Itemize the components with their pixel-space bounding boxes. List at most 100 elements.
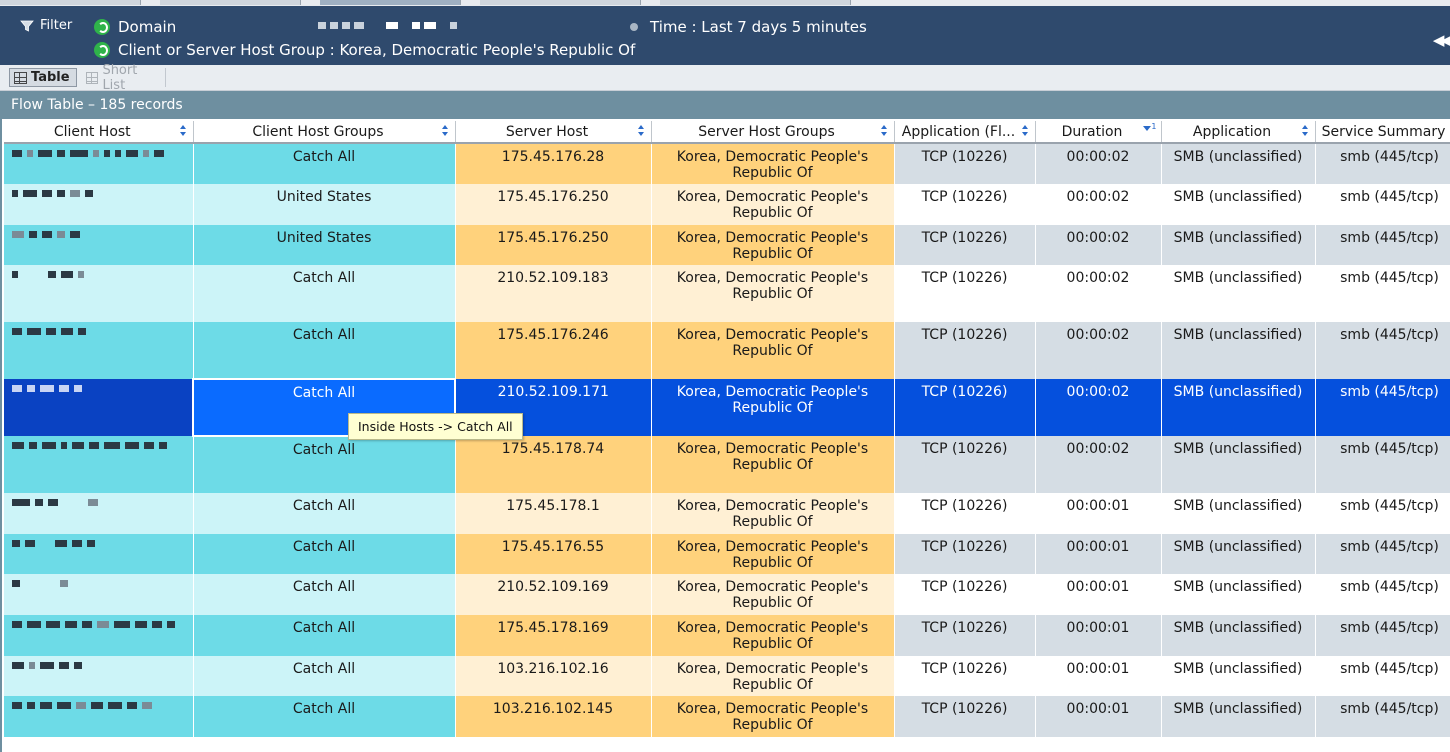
cell-server-host-groups[interactable]: Korea, Democratic People's Republic Of (651, 696, 895, 737)
cell-application[interactable]: SMB (unclassified) (1161, 143, 1316, 184)
cell-service-summary[interactable]: smb (445/tcp) (1315, 265, 1450, 322)
cell-duration[interactable]: 00:00:01 (1035, 615, 1162, 656)
table-row[interactable]: Catch All 175.45.178.1 Korea, Democratic P… (4, 493, 1450, 534)
cell-server-host-groups[interactable]: Korea, Democratic People's Republic Of (651, 379, 895, 436)
cell-application[interactable]: SMB (unclassified) (1161, 493, 1316, 534)
cell-application[interactable]: SMB (unclassified) (1161, 379, 1316, 436)
cell-service-summary[interactable]: smb (445/tcp) (1315, 696, 1450, 737)
window-tab[interactable] (0, 0, 141, 5)
column-header-client-host[interactable]: Client Host (4, 121, 194, 144)
cell-application[interactable]: SMB (unclassified) (1161, 225, 1316, 265)
column-header-server-host[interactable]: Server Host (455, 121, 652, 144)
cell-client-host-redacted[interactable] (4, 379, 194, 436)
cell-server-host-groups[interactable]: Korea, Democratic People's Republic Of (651, 436, 895, 493)
cell-service-summary[interactable]: smb (445/tcp) (1315, 379, 1450, 436)
cell-duration[interactable]: 00:00:02 (1035, 436, 1162, 493)
cell-application[interactable]: SMB (unclassified) (1161, 615, 1316, 656)
cell-client-host-groups[interactable]: Catch All (193, 615, 456, 656)
cell-client-host-redacted[interactable] (4, 493, 194, 534)
cell-client-host-redacted[interactable] (4, 265, 194, 322)
cell-service-summary[interactable]: smb (445/tcp) (1315, 184, 1450, 225)
filter-button[interactable]: Filter (20, 18, 72, 33)
cell-client-host-groups[interactable]: Catch All (193, 265, 456, 322)
cell-duration[interactable]: 00:00:02 (1035, 322, 1162, 379)
cell-server-host[interactable]: 175.45.178.74 (455, 436, 652, 493)
cell-server-host[interactable]: 175.45.176.250 (455, 225, 652, 265)
cell-duration[interactable]: 00:00:02 (1035, 225, 1162, 265)
cell-duration[interactable]: 00:00:02 (1035, 379, 1162, 436)
cell-service-summary[interactable]: smb (445/tcp) (1315, 574, 1450, 615)
table-row[interactable]: Catch All 103.216.102.145 Korea, Democrati… (4, 696, 1450, 737)
cell-application[interactable]: SMB (unclassified) (1161, 696, 1316, 737)
cell-server-host[interactable]: 210.52.109.183 (455, 265, 652, 322)
table-row[interactable]: Catch All 175.45.176.246 Korea, Democratic… (4, 322, 1450, 379)
cell-service-summary[interactable]: smb (445/tcp) (1315, 656, 1450, 696)
table-row[interactable]: Catch All 210.52.109.183 Korea, Democratic… (4, 265, 1450, 322)
cell-application-flow[interactable]: TCP (10226) (894, 265, 1036, 322)
column-header-application-flow[interactable]: Application (Fl... (894, 121, 1036, 144)
table-row[interactable]: Catch All 210.52.109.169 Korea, Democratic… (4, 574, 1450, 615)
table-row-selected[interactable]: Catch All 210.52.109.171 Korea, Democratic… (4, 378, 1450, 437)
window-tab[interactable] (160, 0, 301, 5)
cell-client-host-redacted[interactable] (4, 696, 194, 737)
cell-server-host-groups[interactable]: Korea, Democratic People's Republic Of (651, 184, 895, 225)
cell-client-host-redacted[interactable] (4, 143, 194, 184)
cell-application-flow[interactable]: TCP (10226) (894, 143, 1036, 184)
window-tab[interactable] (480, 0, 641, 5)
column-header-client-host-groups[interactable]: Client Host Groups (193, 121, 456, 144)
cell-service-summary[interactable]: smb (445/tcp) (1315, 436, 1450, 493)
cell-server-host[interactable]: 210.52.109.169 (455, 574, 652, 615)
cell-client-host-groups[interactable]: United States (193, 184, 456, 225)
cell-client-host-redacted[interactable] (4, 436, 194, 493)
cell-client-host-redacted[interactable] (4, 225, 194, 265)
cell-application-flow[interactable]: TCP (10226) (894, 379, 1036, 436)
cell-duration[interactable]: 00:00:01 (1035, 574, 1162, 615)
cell-service-summary[interactable]: smb (445/tcp) (1315, 534, 1450, 574)
cell-duration[interactable]: 00:00:02 (1035, 184, 1162, 225)
column-header-server-host-groups[interactable]: Server Host Groups (651, 121, 895, 144)
collapse-panel-icon[interactable]: ◀◀ (1433, 31, 1450, 49)
table-row[interactable]: Catch All 175.45.178.169 Korea, Democratic… (4, 615, 1450, 656)
cell-client-host-redacted[interactable] (4, 322, 194, 379)
cell-application-flow[interactable]: TCP (10226) (894, 225, 1036, 265)
cell-server-host-groups[interactable]: Korea, Democratic People's Republic Of (651, 143, 895, 184)
cell-server-host-groups[interactable]: Korea, Democratic People's Republic Of (651, 656, 895, 696)
column-header-service-summary[interactable]: Service Summary (1315, 121, 1450, 144)
cell-server-host[interactable]: 175.45.176.55 (455, 534, 652, 574)
cell-application[interactable]: SMB (unclassified) (1161, 574, 1316, 615)
cell-server-host-groups[interactable]: Korea, Democratic People's Republic Of (651, 615, 895, 656)
filter-criterion-domain[interactable]: Domain (94, 18, 176, 36)
cell-duration[interactable]: 00:00:02 (1035, 265, 1162, 322)
cell-client-host-groups[interactable]: Catch All (193, 696, 456, 737)
cell-client-host-groups[interactable]: Catch All (193, 436, 456, 493)
cell-duration[interactable]: 00:00:01 (1035, 493, 1162, 534)
cell-service-summary[interactable]: smb (445/tcp) (1315, 322, 1450, 379)
sort-icon[interactable] (1301, 125, 1309, 137)
cell-server-host-groups[interactable]: Korea, Democratic People's Republic Of (651, 574, 895, 615)
cell-application[interactable]: SMB (unclassified) (1161, 184, 1316, 225)
cell-server-host-groups[interactable]: Korea, Democratic People's Republic Of (651, 225, 895, 265)
cell-application[interactable]: SMB (unclassified) (1161, 265, 1316, 322)
cell-client-host-groups[interactable]: Catch All (193, 574, 456, 615)
cell-client-host-groups[interactable]: Catch All (193, 493, 456, 534)
cell-service-summary[interactable]: smb (445/tcp) (1315, 615, 1450, 656)
cell-server-host[interactable]: 175.45.178.1 (455, 493, 652, 534)
column-header-duration[interactable]: Duration 1 (1035, 121, 1162, 144)
cell-client-host-redacted[interactable] (4, 534, 194, 574)
cell-server-host[interactable]: 103.216.102.16 (455, 656, 652, 696)
table-row[interactable]: Catch All 175.45.176.28 Korea, Democratic … (4, 143, 1450, 184)
filter-criterion-host-group[interactable]: Client or Server Host Group : Korea, Dem… (94, 41, 635, 59)
cell-application-flow[interactable]: TCP (10226) (894, 493, 1036, 534)
cell-server-host[interactable]: 175.45.176.246 (455, 322, 652, 379)
cell-application-flow[interactable]: TCP (10226) (894, 656, 1036, 696)
cell-server-host[interactable]: 175.45.176.250 (455, 184, 652, 225)
window-tab[interactable] (320, 0, 461, 5)
cell-client-host-redacted[interactable] (4, 184, 194, 225)
cell-service-summary[interactable]: smb (445/tcp) (1315, 143, 1450, 184)
cell-client-host-redacted[interactable] (4, 574, 194, 615)
table-row[interactable]: Catch All 103.216.102.16 Korea, Democratic… (4, 656, 1450, 696)
table-view-button[interactable]: Table (9, 68, 77, 87)
cell-duration[interactable]: 00:00:01 (1035, 656, 1162, 696)
cell-service-summary[interactable]: smb (445/tcp) (1315, 225, 1450, 265)
cell-application-flow[interactable]: TCP (10226) (894, 615, 1036, 656)
